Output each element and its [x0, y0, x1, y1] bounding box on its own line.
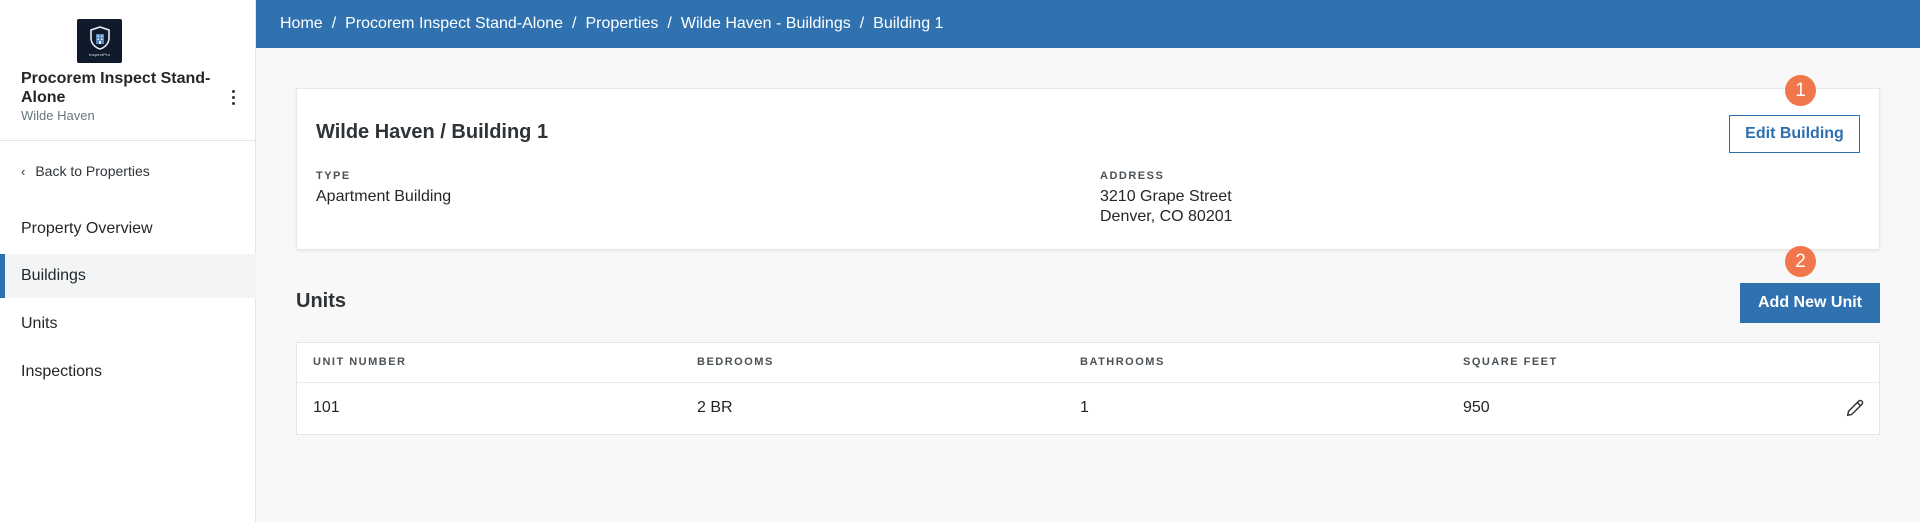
logo-text: InspectPro: [88, 51, 111, 57]
sidebar-item-label: Property Overview: [21, 220, 153, 237]
sidebar-item-buildings[interactable]: Buildings: [0, 254, 256, 298]
add-new-unit-button[interactable]: Add New Unit: [1740, 283, 1880, 323]
sidebar-item-property-overview[interactable]: Property Overview: [0, 207, 256, 251]
type-value: Apartment Building: [316, 188, 452, 205]
annotation-badge-1: 1: [1785, 75, 1816, 106]
units-table: UNIT NUMBER BEDROOMS BATHROOMS SQUARE FE…: [296, 342, 1880, 435]
annotation-badge-2: 2: [1785, 246, 1816, 277]
units-section-title: Units: [296, 290, 346, 312]
cell-unit-number: 101: [313, 399, 340, 416]
breadcrumb-app[interactable]: Procorem Inspect Stand-Alone: [345, 15, 563, 33]
cell-bathrooms: 1: [1080, 399, 1089, 416]
pencil-icon[interactable]: [1844, 397, 1866, 419]
breadcrumb: Home / Procorem Inspect Stand-Alone / Pr…: [256, 0, 1920, 48]
breadcrumb-separator: /: [667, 15, 672, 32]
app-logo: InspectPro: [77, 19, 122, 63]
kebab-menu-icon[interactable]: [228, 87, 238, 107]
address-label: ADDRESS: [1100, 170, 1165, 182]
address-line-1: 3210 Grape Street: [1100, 188, 1232, 205]
sidebar-divider: [0, 140, 256, 141]
breadcrumb-separator: /: [859, 15, 865, 32]
column-header-unit-number: UNIT NUMBER: [313, 356, 407, 368]
breadcrumb-buildings[interactable]: Wilde Haven - Buildings: [681, 15, 851, 33]
column-header-bathrooms: BATHROOMS: [1080, 356, 1165, 368]
cell-square-feet: 950: [1463, 399, 1490, 416]
column-header-bedrooms: BEDROOMS: [697, 356, 774, 368]
building-name: Building 1: [451, 121, 549, 143]
type-label: TYPE: [316, 170, 351, 182]
page-title: Wilde Haven / Building 1: [316, 121, 548, 144]
breadcrumb-separator: /: [331, 15, 337, 32]
sidebar-item-label: Buildings: [21, 267, 86, 284]
breadcrumb-properties[interactable]: Properties: [585, 15, 658, 33]
column-header-square-feet: SQUARE FEET: [1463, 356, 1558, 368]
sidebar-item-inspections[interactable]: Inspections: [0, 350, 256, 394]
app-title: Procorem Inspect Stand-Alone: [21, 70, 211, 106]
chevron-left-icon: ‹: [21, 163, 26, 179]
breadcrumb-home[interactable]: Home: [280, 15, 323, 33]
app-subtitle: Wilde Haven: [21, 108, 95, 123]
address-line-2: Denver, CO 80201: [1100, 208, 1233, 225]
cell-bedrooms: 2 BR: [697, 399, 733, 416]
property-name: Wilde Haven /: [316, 121, 452, 143]
breadcrumb-separator: /: [572, 15, 577, 32]
sidebar-item-label: Units: [21, 315, 58, 332]
shield-building-icon: [89, 25, 110, 50]
sidebar: InspectPro Procorem Inspect Stand-Alone …: [0, 0, 256, 522]
back-to-properties-link[interactable]: ‹ Back to Properties: [21, 163, 150, 179]
sidebar-item-units[interactable]: Units: [0, 302, 256, 346]
sidebar-item-label: Inspections: [21, 363, 102, 380]
breadcrumb-current: Building 1: [873, 15, 944, 32]
table-header-divider: [297, 382, 1879, 383]
building-details-card: Wilde Haven / Building 1 Edit Building T…: [296, 88, 1880, 250]
edit-building-button[interactable]: Edit Building: [1729, 115, 1860, 153]
back-link-label: Back to Properties: [35, 163, 150, 179]
